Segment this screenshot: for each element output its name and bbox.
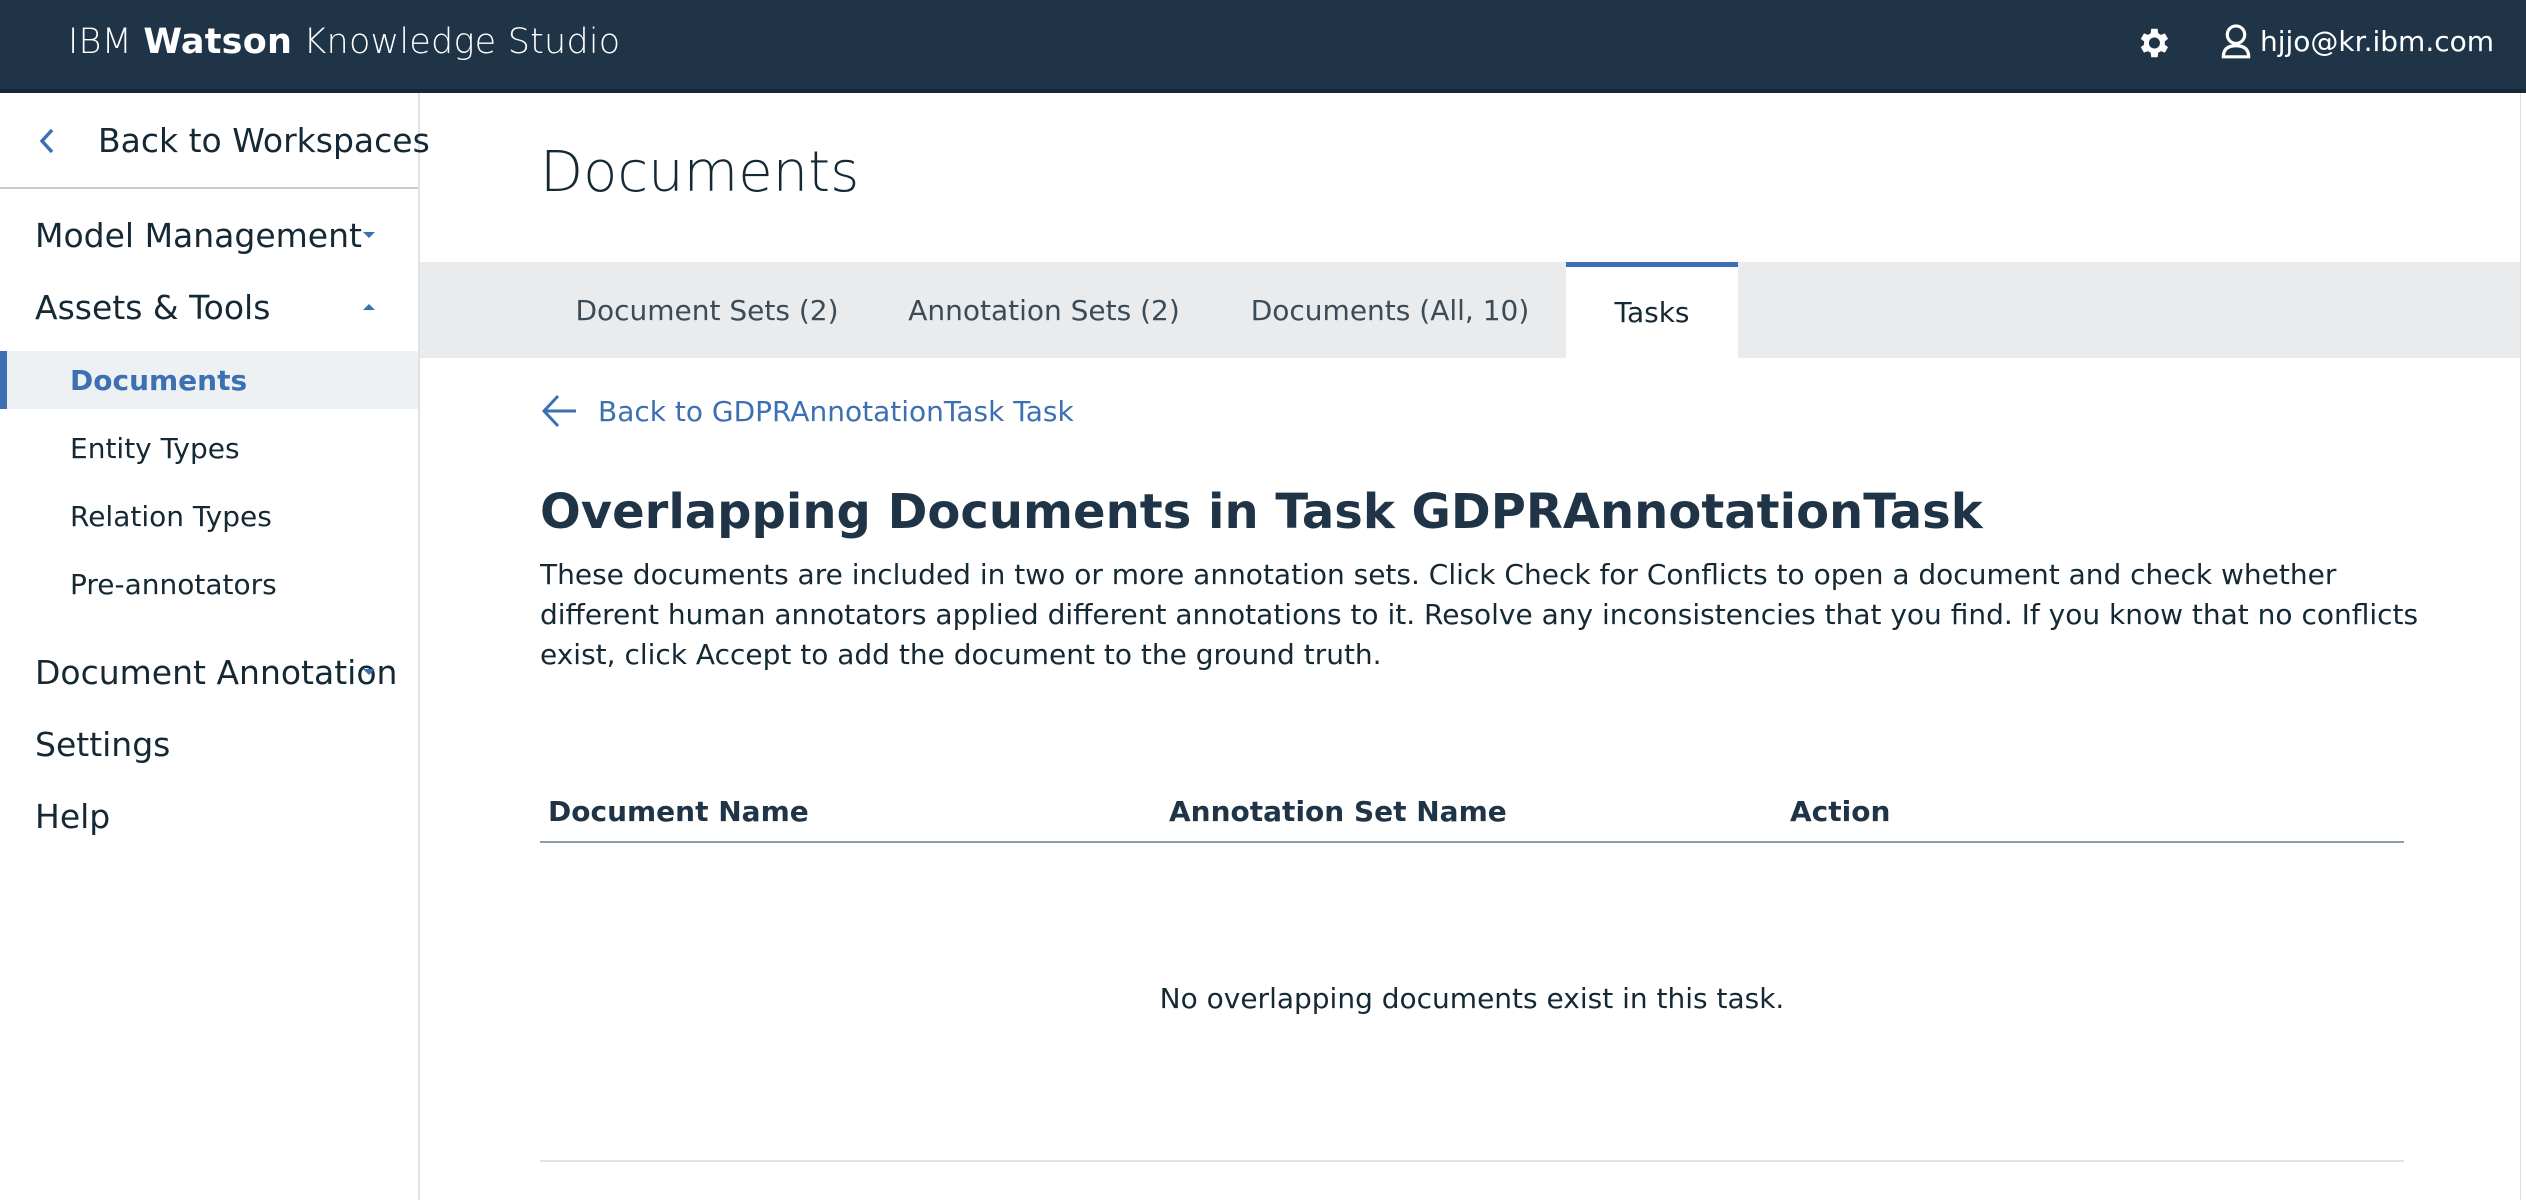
brand-bold: Watson xyxy=(143,22,293,62)
top-header: IBM Watson Knowledge Studio hjjo@kr.ibm.… xyxy=(0,0,2526,93)
sidebar-item-relation-types[interactable]: Relation Types xyxy=(0,487,418,545)
sidebar-item-documents[interactable]: Documents xyxy=(0,351,418,409)
brand-prefix: IBM xyxy=(68,22,133,62)
settings-button[interactable] xyxy=(2134,24,2172,62)
brand-suffix: Knowledge Studio xyxy=(303,22,621,62)
nav-assets-tools-label: Assets & Tools xyxy=(35,287,271,327)
back-to-task-link[interactable]: Back to GDPRAnnotationTask Task xyxy=(540,392,1074,430)
section-description: These documents are included in two or m… xyxy=(540,558,2419,671)
chevron-left-icon xyxy=(39,128,54,154)
nav-help-label: Help xyxy=(35,796,111,836)
column-header-action: Action xyxy=(1790,795,1891,828)
nav-settings[interactable]: Settings xyxy=(0,714,418,774)
sidebar-item-label: Entity Types xyxy=(70,431,240,465)
nav-document-annotation[interactable]: Document Annotation xyxy=(0,642,418,702)
nav-help[interactable]: Help xyxy=(0,786,418,846)
sidebar-item-label: Documents xyxy=(70,363,248,397)
tab-document-sets[interactable]: Document Sets (2) xyxy=(540,262,874,358)
user-icon xyxy=(2221,24,2251,59)
sidebar-item-label: Pre-annotators xyxy=(70,567,277,601)
column-header-document-name[interactable]: Document Name xyxy=(548,795,809,828)
caret-up-icon xyxy=(363,304,375,310)
gear-icon xyxy=(2140,28,2169,58)
nav-model-management[interactable]: Model Management xyxy=(0,205,418,265)
nav-document-annotation-label: Document Annotation xyxy=(35,652,398,692)
sidebar-item-label: Relation Types xyxy=(70,499,272,533)
user-menu[interactable]: hjjo@kr.ibm.com xyxy=(2220,22,2494,60)
scrollbar[interactable] xyxy=(2520,93,2526,1200)
sidebar-item-entity-types[interactable]: Entity Types xyxy=(0,419,418,477)
nav-settings-label: Settings xyxy=(35,724,171,764)
sidebar-item-pre-annotators[interactable]: Pre-annotators xyxy=(0,555,418,613)
arrow-left-icon xyxy=(541,394,576,428)
empty-table-message: No overlapping documents exist in this t… xyxy=(1159,982,1785,1015)
user-email: hjjo@kr.ibm.com xyxy=(2260,24,2495,58)
nav-model-management-label: Model Management xyxy=(35,215,362,255)
caret-down-icon xyxy=(363,232,375,238)
caret-down-icon xyxy=(363,669,375,675)
table-divider xyxy=(540,1160,2404,1162)
tab-tasks[interactable]: Tasks xyxy=(1566,262,1738,358)
back-to-workspaces-link[interactable]: Back to Workspaces xyxy=(0,93,430,189)
app-brand[interactable]: IBM Watson Knowledge Studio xyxy=(68,22,620,62)
tab-annotation-sets[interactable]: Annotation Sets (2) xyxy=(874,262,1214,358)
table-header: Document Name Annotation Set Name Action xyxy=(540,795,2404,843)
back-to-task-label: Back to GDPRAnnotationTask Task xyxy=(598,394,1074,428)
page-title: Documents xyxy=(540,140,860,205)
section-title: Overlapping Documents in Task GDPRAnnota… xyxy=(540,484,1983,540)
column-header-annotation-set-name[interactable]: Annotation Set Name xyxy=(1169,795,1507,828)
back-to-workspaces-label: Back to Workspaces xyxy=(98,121,430,160)
tab-documents-all[interactable]: Documents (All, 10) xyxy=(1214,262,1566,358)
nav-assets-tools[interactable]: Assets & Tools xyxy=(0,277,418,337)
